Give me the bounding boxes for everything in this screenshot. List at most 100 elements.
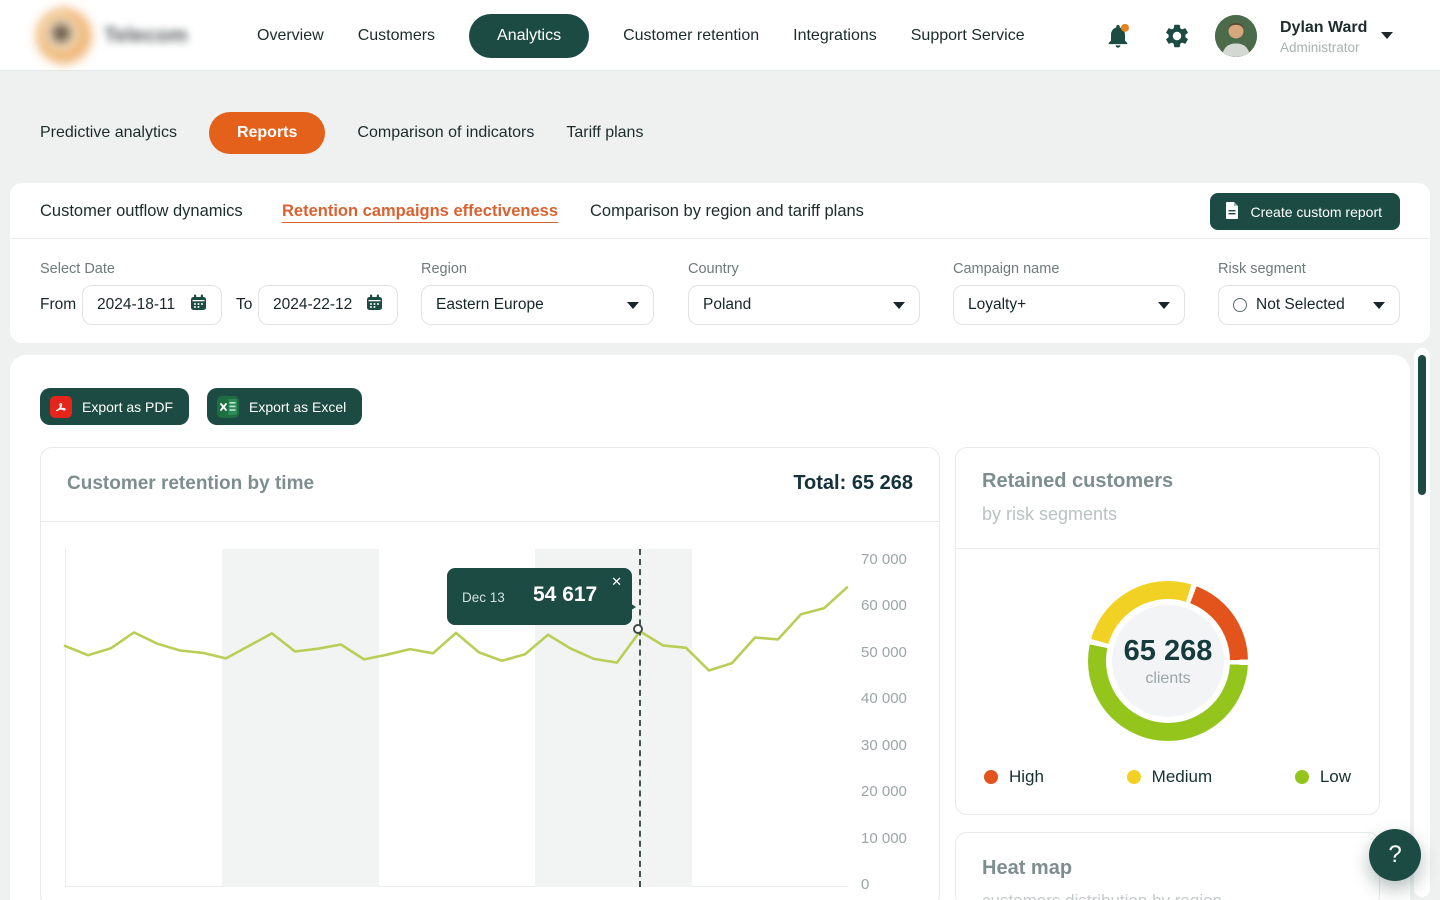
retained-customers-panel: Retained customers by risk segments 65 2… — [955, 447, 1380, 815]
legend-label-low: Low — [1320, 767, 1351, 787]
risk-segment-select[interactable]: Not Selected — [1218, 285, 1400, 325]
subnav-reports[interactable]: Reports — [209, 112, 325, 154]
donut-center: 65 268 clients — [1112, 605, 1224, 717]
risk-legend: High Medium Low — [984, 767, 1351, 787]
retention-line-chart: Dec 13 54 617 ✕ 70 000 60 000 50 000 40 … — [41, 549, 939, 900]
scrollbar-track[interactable] — [1414, 348, 1430, 897]
legend-item-high: High — [984, 767, 1044, 787]
tooltip-close-icon[interactable]: ✕ — [611, 574, 622, 590]
nav-item-analytics[interactable]: Analytics — [469, 14, 589, 58]
subnav-predictive-analytics[interactable]: Predictive analytics — [40, 124, 177, 142]
campaign-name-label: Campaign name — [953, 261, 1059, 277]
chevron-down-icon — [893, 302, 905, 309]
create-custom-report-button[interactable]: Create custom report — [1210, 193, 1401, 230]
subnav-tariff-plans[interactable]: Tariff plans — [566, 124, 643, 142]
legend-label-high: High — [1009, 767, 1044, 787]
date-from-input[interactable]: 2024-18-11 — [82, 285, 222, 325]
nav-item-integrations[interactable]: Integrations — [793, 27, 877, 45]
subnav-comparison-of-indicators[interactable]: Comparison of indicators — [357, 124, 534, 142]
retention-total: Total: 65 268 — [793, 472, 913, 495]
legend-item-medium: Medium — [1127, 767, 1212, 787]
user-avatar[interactable] — [1215, 15, 1257, 57]
brand-name: Telecom — [104, 24, 188, 48]
export-pdf-button[interactable]: Export as PDF — [40, 388, 189, 425]
y-tick: 0 — [861, 875, 931, 895]
y-tick: 20 000 — [861, 782, 931, 802]
donut-ring: 65 268 clients — [1088, 581, 1248, 741]
country-label: Country — [688, 261, 739, 277]
notification-dot — [1121, 24, 1129, 32]
scrollbar-thumb[interactable] — [1418, 355, 1426, 495]
donut-center-value: 65 268 — [1124, 635, 1213, 668]
export-excel-button[interactable]: Export as Excel — [207, 388, 362, 425]
date-from-value: 2024-18-11 — [97, 296, 175, 314]
nav-item-overview[interactable]: Overview — [257, 27, 324, 45]
donut-hole: 65 268 clients — [1106, 599, 1230, 723]
y-tick: 70 000 — [861, 550, 931, 570]
create-custom-report-label: Create custom report — [1251, 204, 1383, 220]
tab-retention-campaigns-effectiveness[interactable]: Retention campaigns effectiveness — [282, 202, 558, 221]
from-label: From — [40, 296, 76, 314]
analytics-subnav: Predictive analytics Reports Comparison … — [40, 112, 643, 154]
high-risk-dot-icon — [984, 770, 998, 784]
tooltip-value: 54 617 — [533, 583, 597, 607]
region-value: Eastern Europe — [436, 296, 544, 314]
report-filters-card: Customer outflow dynamics Retention camp… — [10, 183, 1430, 343]
country-value: Poland — [703, 296, 751, 314]
nav-item-customers[interactable]: Customers — [358, 27, 435, 45]
user-name: Dylan Ward — [1280, 19, 1367, 37]
user-role: Administrator — [1280, 40, 1360, 55]
date-to-value: 2024-22-12 — [273, 296, 352, 314]
y-tick: 50 000 — [861, 643, 931, 663]
campaign-value: Loyalty+ — [968, 296, 1026, 314]
pdf-file-icon — [50, 396, 72, 418]
retention-chart-title: Customer retention by time — [67, 473, 314, 495]
nav-item-customer-retention[interactable]: Customer retention — [623, 27, 759, 45]
risk-segment-label: Risk segment — [1218, 261, 1306, 277]
settings-gear-icon[interactable] — [1163, 22, 1191, 50]
report-content-card: Export as PDF Export as Excel Customer r… — [10, 355, 1410, 900]
y-tick: 60 000 — [861, 596, 931, 616]
donut-panel-header: Retained customers by risk segments — [956, 448, 1379, 549]
main-nav: Overview Customers Analytics Customer re… — [257, 0, 1025, 71]
tab-comparison-by-region[interactable]: Comparison by region and tariff plans — [590, 202, 864, 221]
heat-map-title: Heat map — [982, 857, 1072, 880]
chevron-down-icon — [627, 302, 639, 309]
low-risk-dot-icon — [1295, 770, 1309, 784]
to-label: To — [236, 296, 252, 314]
legend-item-low: Low — [1295, 767, 1351, 787]
y-tick: 10 000 — [861, 829, 931, 849]
country-select[interactable]: Poland — [688, 285, 920, 325]
region-select[interactable]: Eastern Europe — [421, 285, 654, 325]
y-axis-labels: 70 000 60 000 50 000 40 000 30 000 20 00… — [861, 550, 931, 895]
campaign-select[interactable]: Loyalty+ — [953, 285, 1185, 325]
tab-customer-outflow-dynamics[interactable]: Customer outflow dynamics — [40, 202, 243, 221]
nav-item-support-service[interactable]: Support Service — [911, 27, 1025, 45]
chevron-down-icon — [1373, 302, 1385, 309]
risk-segment-value: Not Selected — [1256, 296, 1345, 314]
y-tick: 30 000 — [861, 736, 931, 756]
calendar-icon — [366, 294, 383, 316]
select-date-label: Select Date — [40, 261, 115, 277]
notifications-bell-icon[interactable] — [1104, 22, 1132, 50]
y-tick: 40 000 — [861, 689, 931, 709]
medium-risk-dot-icon — [1127, 770, 1141, 784]
heat-map-subtitle: customers distribution by region — [982, 891, 1222, 900]
date-to-input[interactable]: 2024-22-12 — [258, 285, 398, 325]
radio-unselected-icon — [1233, 298, 1247, 312]
excel-file-icon — [217, 396, 239, 418]
chevron-down-icon — [1158, 302, 1170, 309]
chart-tooltip: Dec 13 54 617 ✕ — [447, 568, 632, 625]
legend-label-medium: Medium — [1152, 767, 1212, 787]
donut-subtitle: by risk segments — [982, 504, 1117, 525]
help-button[interactable]: ? — [1369, 829, 1421, 881]
retention-panel-header: Customer retention by time Total: 65 268 — [41, 448, 939, 522]
export-pdf-label: Export as PDF — [82, 399, 173, 415]
calendar-icon — [190, 294, 207, 316]
donut-center-label: clients — [1145, 670, 1190, 688]
retention-by-time-panel: Customer retention by time Total: 65 268… — [40, 447, 940, 900]
brand-logo — [36, 8, 92, 64]
user-menu-chevron-icon[interactable] — [1381, 32, 1393, 39]
region-label: Region — [421, 261, 467, 277]
export-excel-label: Export as Excel — [249, 399, 346, 415]
